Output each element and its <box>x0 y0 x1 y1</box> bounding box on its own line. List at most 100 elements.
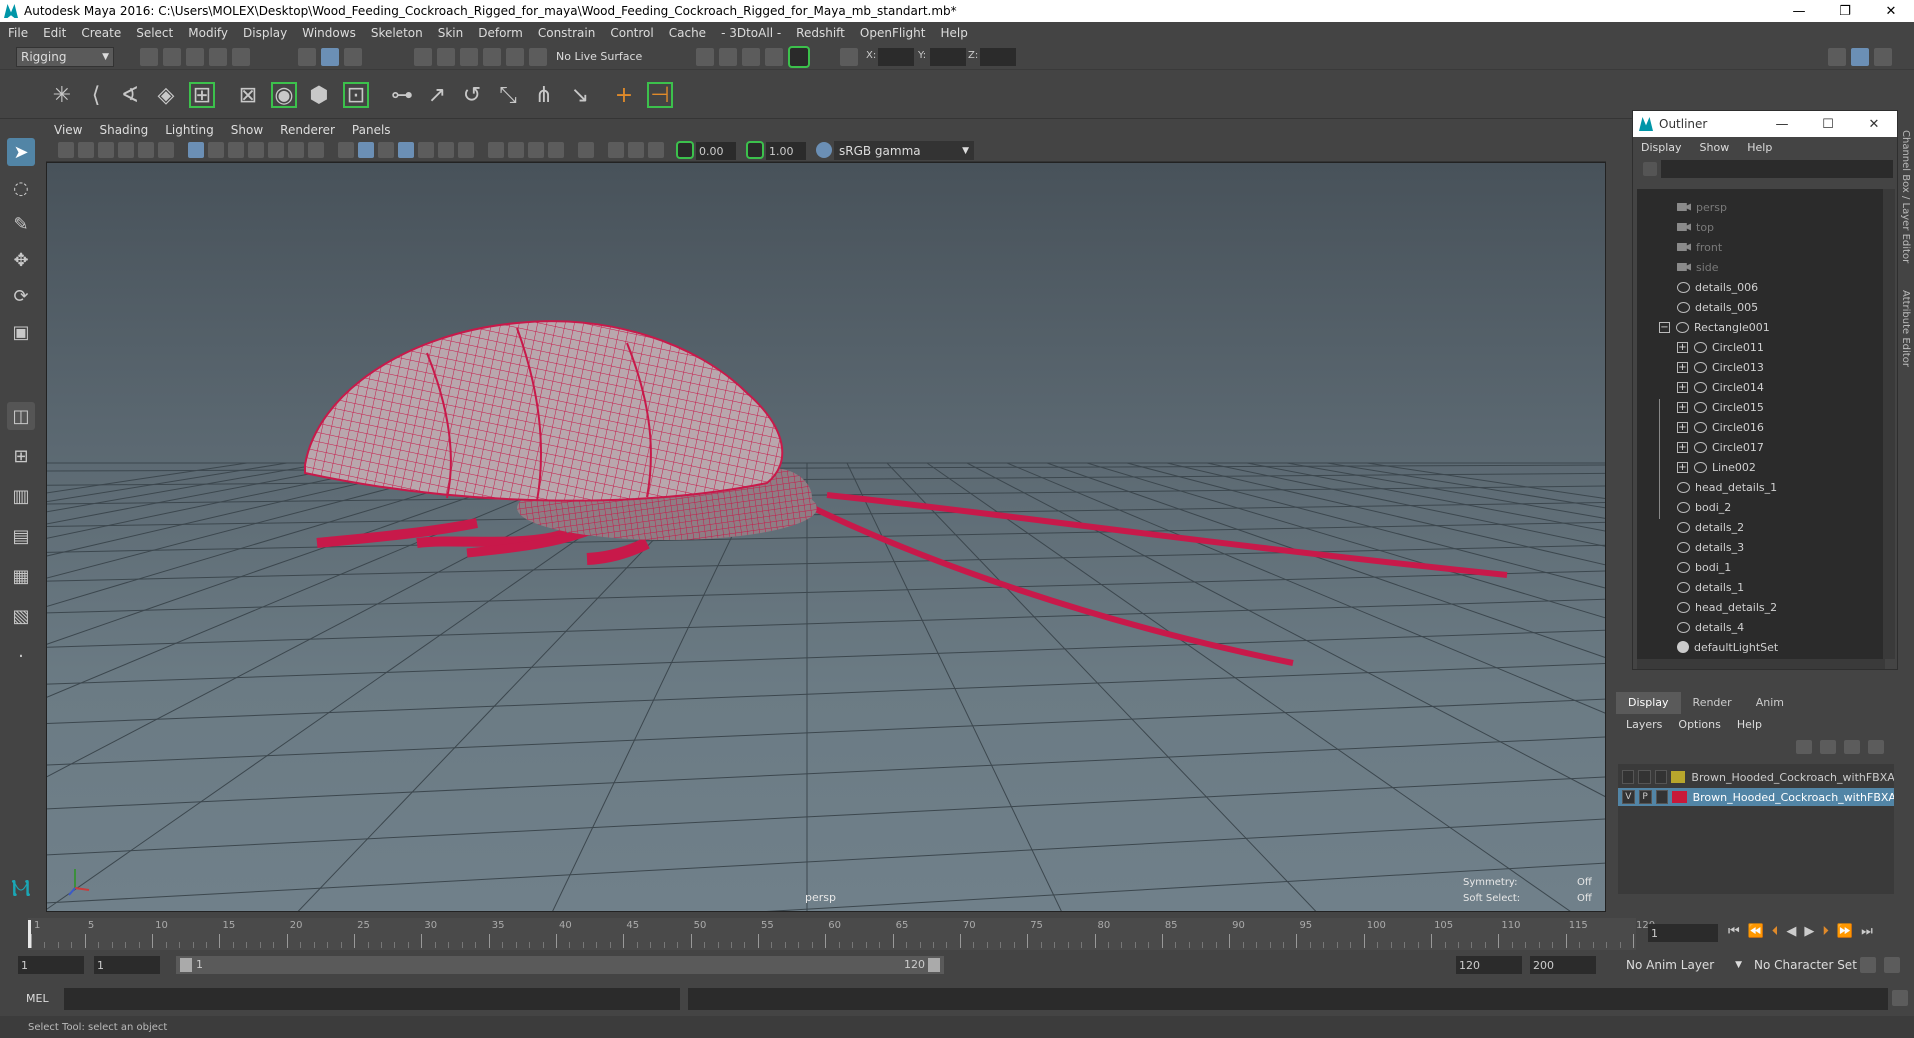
menu-create[interactable]: Create <box>81 26 121 40</box>
ipr-render-icon[interactable] <box>719 48 737 66</box>
snap-curve-icon[interactable] <box>437 48 455 66</box>
menu-select[interactable]: Select <box>136 26 173 40</box>
channel-box-tab[interactable]: Channel Box / Layer Editor <box>1900 130 1911 263</box>
hypershade-layout-icon[interactable]: ▦ <box>7 562 35 590</box>
persp-graph-layout-icon[interactable]: ▤ <box>7 522 35 550</box>
outliner-horizontal-scrollbar[interactable] <box>1637 659 1885 669</box>
layer-display-type-toggle[interactable] <box>1654 770 1668 784</box>
persp-outliner-layout-icon[interactable]: ▥ <box>7 482 35 510</box>
command-language-label[interactable]: MEL <box>26 992 49 1005</box>
attribute-editor-tab[interactable]: Attribute Editor <box>1900 290 1911 367</box>
step-back-icon[interactable]: ⏪ <box>1748 924 1764 939</box>
ambient-occlusion-icon[interactable] <box>488 142 504 158</box>
outliner-close-button[interactable]: ✕ <box>1851 111 1897 137</box>
menuset-dropdown[interactable]: Rigging ▼ <box>16 47 114 67</box>
collapse-icon[interactable]: − <box>1659 321 1670 333</box>
layer-row[interactable]: VP Brown_Hooded_Cockroach_withFBXASC0 <box>1618 788 1894 806</box>
paint-select-tool-icon[interactable]: ✎ <box>7 210 35 238</box>
bookmark-icon[interactable] <box>98 142 114 158</box>
color-space-dropdown[interactable]: sRGB gamma ▼ <box>834 141 974 160</box>
motion-blur-icon[interactable] <box>508 142 524 158</box>
move-tool-icon[interactable]: ✥ <box>7 246 35 274</box>
current-frame-field[interactable]: 1 <box>1648 924 1718 942</box>
outliner-item[interactable]: + Circle014 <box>1677 377 1764 397</box>
select-objects-icon[interactable] <box>321 48 339 66</box>
outliner-menu-show[interactable]: Show <box>1700 141 1730 154</box>
exposure-field[interactable]: 0.00 <box>696 142 736 160</box>
outliner-item[interactable]: head_details_1 <box>1677 477 1777 497</box>
redo-icon[interactable] <box>232 48 250 66</box>
outliner-search-input[interactable] <box>1661 160 1893 178</box>
layer-color-swatch[interactable] <box>1671 771 1686 783</box>
z-coord-field[interactable] <box>980 48 1016 66</box>
outliner-title-bar[interactable]: Outliner — ☐ ✕ <box>1633 111 1897 137</box>
gate-mask-icon[interactable] <box>248 142 264 158</box>
mirror-joint-icon[interactable]: ◈ <box>152 81 180 109</box>
menu-control[interactable]: Control <box>610 26 653 40</box>
gamma-icon[interactable] <box>746 141 764 159</box>
safe-action-icon[interactable] <box>288 142 304 158</box>
hypershade-icon[interactable] <box>765 48 783 66</box>
four-view-layout-icon[interactable]: ⊞ <box>7 442 35 470</box>
select-components-icon[interactable] <box>344 48 362 66</box>
outliner-item[interactable]: bodi_1 <box>1677 557 1731 577</box>
wireframe-on-shaded-icon[interactable] <box>398 142 414 158</box>
animation-prefs-icon[interactable] <box>1884 957 1900 973</box>
range-end-handle[interactable] <box>928 958 940 972</box>
menu-redshift[interactable]: Redshift <box>796 26 845 40</box>
layer-row[interactable]: Brown_Hooded_Cockroach_withFBXASC03 <box>1618 768 1894 786</box>
move-layer-up-icon[interactable] <box>1796 740 1812 754</box>
layer-menu-layers[interactable]: Layers <box>1626 718 1662 731</box>
menu-3dtoall[interactable]: - 3DtoAll - <box>721 26 781 40</box>
bind-skin-icon[interactable]: ⊠ <box>234 81 262 109</box>
use-lights-icon[interactable] <box>438 142 454 158</box>
live-surface-label[interactable]: No Live Surface <box>556 50 642 63</box>
single-perspective-layout-icon[interactable]: ◫ <box>7 402 35 430</box>
gamma-field[interactable]: 1.00 <box>766 142 806 160</box>
sculpt-deformer-icon[interactable]: ⊣ <box>646 81 674 109</box>
grease-pencil-icon[interactable] <box>158 142 174 158</box>
lasso-tool-icon[interactable]: ◌ <box>7 174 35 202</box>
outliner-minimize-button[interactable]: — <box>1759 111 1805 137</box>
snap-live-icon[interactable] <box>506 48 524 66</box>
outliner-maximize-button[interactable]: ☐ <box>1805 111 1851 137</box>
save-scene-icon[interactable] <box>186 48 204 66</box>
outliner-item[interactable]: + Circle017 <box>1677 437 1764 457</box>
outliner-item[interactable]: + Circle011 <box>1677 337 1764 357</box>
menu-skeleton[interactable]: Skeleton <box>371 26 423 40</box>
camera-attributes-icon[interactable] <box>78 142 94 158</box>
outliner-item[interactable]: details_2 <box>1677 517 1744 537</box>
render-settings-icon[interactable] <box>742 48 760 66</box>
expand-icon[interactable]: + <box>1677 381 1688 393</box>
cluster-icon[interactable]: ⊡ <box>342 81 370 109</box>
expand-icon[interactable]: + <box>1677 401 1688 413</box>
playback-start-field[interactable]: 1 <box>94 956 160 974</box>
playback-end-field[interactable]: 120 <box>1456 956 1522 974</box>
ik-spline-icon[interactable]: ∢ <box>116 81 144 109</box>
outliner-item[interactable]: details_005 <box>1677 297 1758 317</box>
outliner-item[interactable]: details_3 <box>1677 537 1744 557</box>
2d-pan-zoom-icon[interactable] <box>138 142 154 158</box>
lattice-icon[interactable]: ⬢ <box>305 81 333 109</box>
locator-icon[interactable]: + <box>610 81 638 109</box>
resolution-gate-icon[interactable] <box>228 142 244 158</box>
script-editor-layout-icon[interactable]: ▧ <box>7 602 35 630</box>
expand-icon[interactable]: + <box>1677 341 1688 353</box>
parent-constraint-icon[interactable]: ⋔ <box>530 81 558 109</box>
step-back-key-icon[interactable]: ⏴ <box>1772 924 1779 939</box>
snap-point-icon[interactable] <box>460 48 478 66</box>
menu-display[interactable]: Display <box>243 26 287 40</box>
search-options-icon[interactable] <box>1643 162 1657 176</box>
layer-playback-toggle[interactable] <box>1638 770 1651 784</box>
custom-layout-icon[interactable]: · <box>7 642 35 670</box>
outliner-item[interactable]: top <box>1677 217 1714 237</box>
default-material-icon[interactable] <box>378 142 394 158</box>
step-forward-key-icon[interactable]: ⏵ <box>1822 924 1829 939</box>
transform-mode-icon[interactable] <box>840 48 858 66</box>
select-hierarchy-icon[interactable] <box>298 48 316 66</box>
shadows-icon[interactable] <box>458 142 474 158</box>
ik-handle-icon[interactable]: ⟨ <box>82 81 110 109</box>
depth-of-field-icon[interactable] <box>548 142 564 158</box>
range-bar[interactable]: 1 120 <box>176 956 944 974</box>
x-coord-field[interactable] <box>878 48 914 66</box>
